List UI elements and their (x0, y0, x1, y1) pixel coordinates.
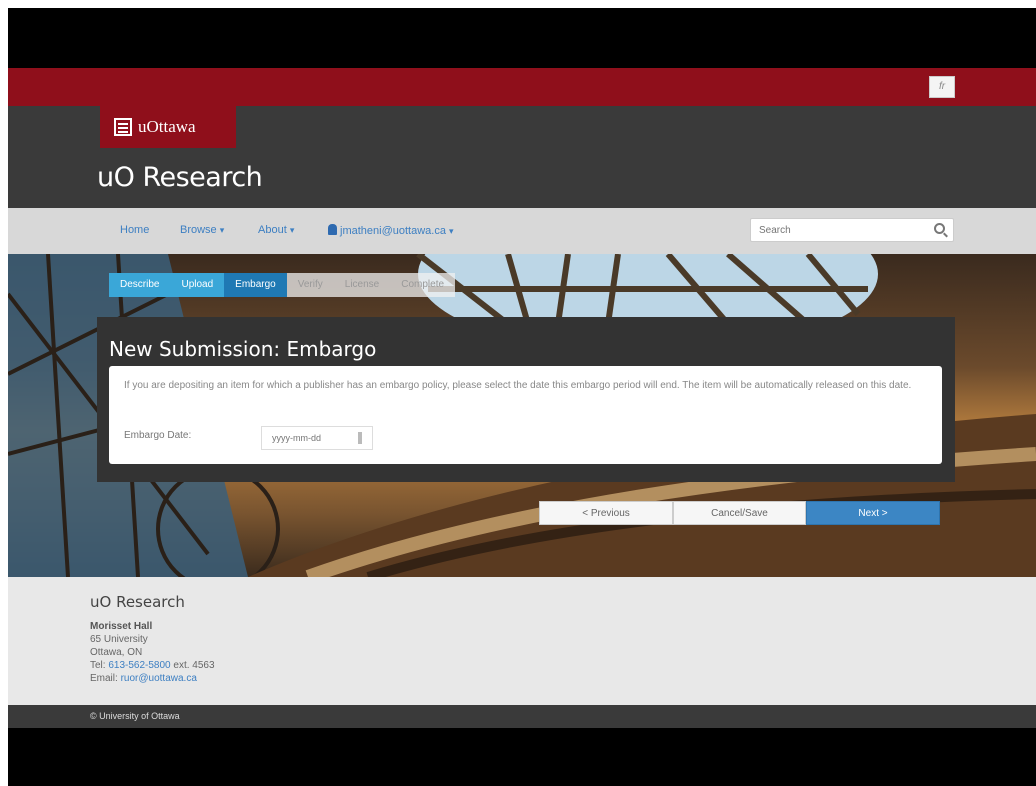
building-icon (114, 118, 132, 136)
nav-browse[interactable]: Browse ▾ (180, 224, 224, 236)
phone-link[interactable]: 613-562-5800 (108, 660, 170, 671)
site-footer: uO Research Morisset Hall 65 University … (8, 577, 1036, 705)
step-embargo[interactable]: Embargo (224, 273, 287, 297)
form-buttons: < Previous Cancel/Save Next > (539, 501, 940, 525)
calendar-icon[interactable] (358, 432, 362, 444)
nav-home[interactable]: Home (120, 224, 149, 236)
search-box (750, 218, 954, 242)
page-title: New Submission: Embargo (109, 337, 377, 361)
site-header: uOttawa uO Research (8, 106, 1036, 208)
uottawa-logo[interactable]: uOttawa (100, 106, 236, 148)
cancel-save-button[interactable]: Cancel/Save (673, 501, 806, 525)
footer-title: uO Research (90, 593, 185, 611)
footer-building: Morisset Hall (90, 621, 153, 632)
embargo-date-label: Embargo Date: (124, 430, 192, 441)
embargo-panel: New Submission: Embargo If you are depos… (97, 317, 955, 482)
search-input[interactable] (751, 219, 921, 241)
copyright-text: © University of Ottawa (90, 711, 180, 721)
email-link[interactable]: ruor@uottawa.ca (121, 673, 197, 684)
logo-text: uOttawa (138, 117, 196, 136)
step-verify: Verify (286, 273, 334, 297)
footer-email: Email: ruor@uottawa.ca (90, 673, 197, 684)
chevron-down-icon: ▾ (289, 225, 295, 235)
step-upload[interactable]: Upload (170, 273, 225, 297)
nav-user-menu[interactable]: jmatheni@uottawa.ca ▾ (328, 224, 454, 237)
embargo-date-field (261, 426, 373, 450)
footer-address: Morisset Hall 65 University Ottawa, ON T… (90, 620, 215, 685)
site-title[interactable]: uO Research (97, 162, 263, 193)
embargo-date-input[interactable] (262, 427, 352, 449)
language-toggle-button[interactable]: fr (929, 76, 955, 98)
embargo-form: If you are depositing an item for which … (109, 366, 942, 464)
chevron-down-icon: ▾ (219, 225, 225, 235)
browser-page: fr uOttawa uO Research Home Browse ▾ Abo… (8, 68, 1036, 728)
step-describe[interactable]: Describe (109, 273, 171, 297)
next-button[interactable]: Next > (806, 501, 940, 525)
user-icon (328, 224, 337, 235)
hero-banner: Describe Upload Embargo Verify License C… (8, 254, 1036, 577)
top-bar: fr (8, 68, 1036, 106)
footer-phone: Tel: 613-562-5800 ext. 4563 (90, 660, 215, 671)
step-complete: Complete (390, 273, 456, 297)
main-nav: Home Browse ▾ About ▾ jmatheni@uottawa.c… (8, 208, 1036, 254)
footer-city: Ottawa, ON (90, 647, 143, 658)
chevron-down-icon: ▾ (449, 226, 454, 236)
search-icon[interactable] (934, 223, 945, 234)
submission-steps: Describe Upload Embargo Verify License C… (109, 273, 456, 297)
copyright-bar: © University of Ottawa (8, 705, 1036, 728)
embargo-description: If you are depositing an item for which … (124, 380, 912, 391)
nav-about[interactable]: About ▾ (258, 224, 294, 236)
step-license: License (333, 273, 391, 297)
previous-button[interactable]: < Previous (539, 501, 673, 525)
footer-street: 65 University (90, 634, 148, 645)
